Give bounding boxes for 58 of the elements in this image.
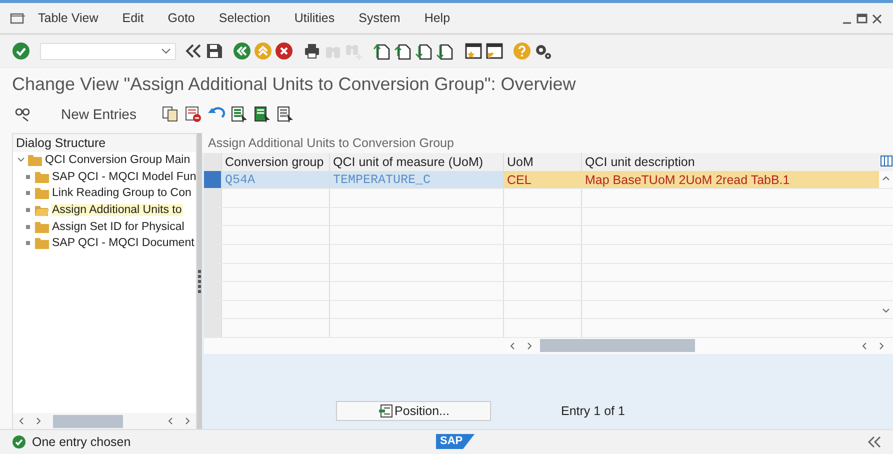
- menu-item[interactable]: Goto: [168, 11, 195, 25]
- save-icon[interactable]: [205, 42, 223, 60]
- column-settings-icon[interactable]: [880, 154, 893, 168]
- row-selector[interactable]: [204, 170, 221, 188]
- delete-icon[interactable]: [184, 105, 202, 123]
- page-down-icon[interactable]: [436, 42, 454, 60]
- table-cell: TEMPERATURE_C: [329, 170, 503, 188]
- panel-title: Dialog Structure: [13, 134, 196, 152]
- table-cell: CEL: [503, 170, 581, 188]
- enter-icon[interactable]: [12, 42, 30, 60]
- scrollbar-thumb[interactable]: [540, 339, 695, 352]
- screen-title: Change View "Assign Additional Units to Conversion Group": Overview: [12, 74, 576, 95]
- double-chevron-icon[interactable]: [184, 42, 202, 60]
- menu-item[interactable]: Table View: [38, 11, 98, 25]
- splitter-handle-icon[interactable]: [198, 270, 201, 292]
- expand-status-icon[interactable]: [867, 435, 881, 449]
- tree-item[interactable]: QCI Conversion Group Main: [44, 154, 192, 166]
- page-up-icon[interactable]: [394, 42, 412, 60]
- settings-icon[interactable]: [534, 42, 552, 60]
- folder-icon: [35, 237, 49, 250]
- new-entries-button[interactable]: New Entries: [55, 104, 142, 124]
- position-button[interactable]: Position...: [336, 401, 491, 422]
- copy-icon[interactable]: [161, 105, 180, 123]
- select-all-icon[interactable]: [230, 105, 248, 123]
- menu-item[interactable]: Utilities: [294, 11, 335, 25]
- tree-item[interactable]: SAP QCI - MQCI Model Fun: [51, 170, 198, 183]
- print-icon[interactable]: [303, 42, 321, 60]
- scrollbar-thumb[interactable]: [53, 414, 123, 428]
- entry-count: Entry 1 of 1: [561, 404, 625, 418]
- tree-item[interactable]: Assign Set ID for Physical: [51, 220, 186, 233]
- menu-item[interactable]: Edit: [122, 11, 144, 25]
- deselect-icon[interactable]: [276, 105, 294, 123]
- page-up-icon[interactable]: [373, 42, 391, 60]
- table-title: Assign Additional Units to Conversion Group: [202, 133, 893, 153]
- tree-item[interactable]: SAP QCI - MQCI Document: [51, 237, 196, 250]
- back-icon[interactable]: [233, 42, 251, 60]
- maximize-icon[interactable]: [856, 12, 868, 24]
- menu-item[interactable]: Selection: [218, 11, 270, 25]
- sap-logo: SAP: [436, 434, 475, 449]
- status-message: One entry chosen: [32, 435, 131, 449]
- folder-icon: [35, 220, 49, 233]
- table-cell: Q54A: [221, 170, 329, 188]
- menu-item[interactable]: System: [358, 11, 400, 25]
- tree-item[interactable]: Link Reading Group to Con: [51, 187, 192, 200]
- cancel-icon[interactable]: [275, 42, 293, 60]
- command-field[interactable]: [40, 42, 176, 60]
- open-folder-icon: [35, 204, 49, 216]
- folder-icon: [35, 187, 49, 200]
- close-icon[interactable]: [871, 12, 883, 24]
- folder-icon: [28, 154, 42, 166]
- select-block-icon[interactable]: [253, 105, 272, 123]
- tree-item[interactable]: Assign Additional Units to: [51, 204, 183, 216]
- table-cell: Map BaseTUoM 2UoM 2read TabB.1: [581, 170, 879, 188]
- folder-icon: [35, 170, 49, 183]
- menu-item[interactable]: Help: [424, 11, 450, 25]
- page-down-icon[interactable]: [415, 42, 433, 60]
- success-icon: [12, 435, 26, 449]
- position-icon: [378, 404, 393, 418]
